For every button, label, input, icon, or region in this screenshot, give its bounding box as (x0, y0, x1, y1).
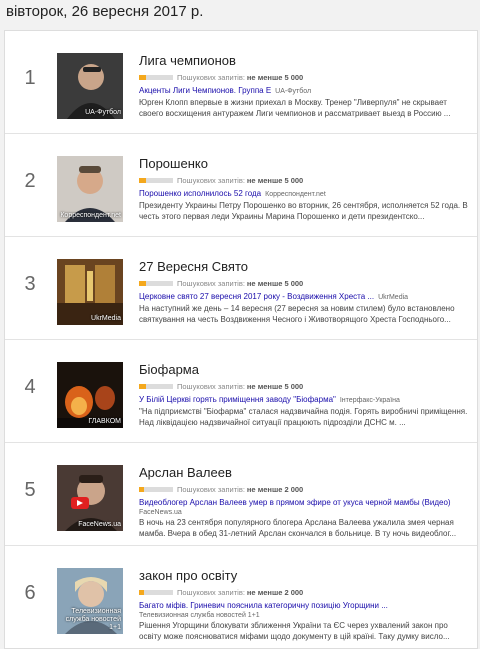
search-volume-label: Пошукових запитів: (177, 72, 245, 82)
search-volume-label: Пошукових запитів: (177, 484, 245, 494)
trend-item[interactable]: 2 Корреспондент.net Порошенко Пошукових … (5, 134, 477, 237)
trend-item[interactable]: 6 Телевизионная служба новостей 1+1 зако… (5, 546, 477, 648)
news-snippet: В ночь на 23 сентября популярного блогер… (139, 518, 457, 538)
search-volume: Пошукових запитів: не менше 5 000 (139, 381, 471, 391)
news-publisher: UkrMedia (378, 294, 409, 301)
trend-thumbnail[interactable]: Корреспондент.net (57, 156, 123, 222)
news-publisher: UA-Футбол (275, 88, 312, 95)
search-volume-label: Пошукових запитів: (177, 587, 245, 597)
search-volume-bar (139, 74, 173, 80)
news-snippet: Президенту Украины Петру Порошенко во вт… (139, 201, 468, 221)
search-volume-fill (139, 280, 146, 286)
trending-list: 1 UA-Футбол Лига чемпионов Пошукових зап… (4, 30, 478, 649)
trend-title[interactable]: Арслан Валеев (139, 465, 471, 481)
search-volume-bar (139, 486, 173, 492)
trend-rank: 5 (24, 479, 36, 501)
thumbnail-source: Корреспондент.net (60, 212, 121, 219)
thumbnail-source: UA-Футбол (85, 109, 121, 116)
trend-rank: 2 (24, 170, 36, 192)
news-publisher: Корреспондент.net (265, 191, 326, 198)
date-header: вівторок, 26 вересня 2017 р. (0, 0, 480, 34)
search-volume-value: не менше 2 000 (246, 587, 304, 597)
thumbnail-source: UkrMedia (91, 315, 121, 322)
trend-title[interactable]: Порошенко (139, 156, 471, 172)
search-volume: Пошукових запитів: не менше 2 000 (139, 484, 471, 494)
search-volume-value: не менше 2 000 (246, 484, 304, 494)
trend-rank: 1 (24, 67, 36, 89)
search-volume-bar (139, 589, 173, 595)
search-volume: Пошукових запитів: не менше 2 000 (139, 587, 471, 597)
search-volume-label: Пошукових запитів: (177, 278, 245, 288)
search-volume-fill (139, 177, 146, 183)
thumbnail-source: FaceNews.ua (78, 521, 121, 528)
trend-item[interactable]: 5 FaceNews.ua Арслан Валеев Пошукових за… (5, 443, 477, 546)
search-volume-bar (139, 280, 173, 286)
news-publisher: Інтерфакс-Україна (339, 397, 400, 404)
news-headline[interactable]: Акценты Лиги Чемпионов. Группа Е (139, 86, 271, 95)
trend-item[interactable]: 1 UA-Футбол Лига чемпионов Пошукових зап… (5, 31, 477, 134)
search-volume-fill (139, 383, 146, 389)
news-headline[interactable]: У Білій Церкві горять приміщення заводу … (139, 395, 336, 404)
search-volume-bar (139, 383, 173, 389)
trend-item[interactable]: 4 ГЛАВКОМ Біофарма Пошукових запитів: не… (5, 340, 477, 443)
trend-thumbnail[interactable]: UkrMedia (57, 259, 123, 325)
search-volume-fill (139, 74, 146, 80)
news-headline[interactable]: Порошенко исполнилось 52 года (139, 189, 261, 198)
trend-thumbnail[interactable]: Телевизионная служба новостей 1+1 (57, 568, 123, 634)
news-publisher: FaceNews.ua (139, 509, 182, 516)
search-volume-fill (139, 486, 144, 492)
search-volume-value: не менше 5 000 (246, 278, 304, 288)
trend-thumbnail[interactable]: UA-Футбол (57, 53, 123, 119)
trend-thumbnail[interactable]: ГЛАВКОМ (57, 362, 123, 428)
search-volume: Пошукових запитів: не менше 5 000 (139, 175, 471, 185)
search-volume-value: не менше 5 000 (246, 175, 304, 185)
news-snippet: На наступний же день – 14 вересня (27 ве… (139, 304, 455, 324)
trend-title[interactable]: Лига чемпионов (139, 53, 471, 69)
trend-item[interactable]: 3 UkrMedia 27 Вересня Свято Пошукових за… (5, 237, 477, 340)
search-volume-label: Пошукових запитів: (177, 175, 245, 185)
thumbnail-source: ГЛАВКОМ (88, 418, 121, 425)
news-headline[interactable]: Церковне свято 27 вересня 2017 року - Во… (139, 292, 374, 301)
news-headline[interactable]: Багато міфів. Гриневич пояснила категори… (139, 601, 388, 610)
search-volume: Пошукових запитів: не менше 5 000 (139, 278, 471, 288)
search-volume-label: Пошукових запитів: (177, 381, 245, 391)
search-volume: Пошукових запитів: не менше 5 000 (139, 72, 471, 82)
search-volume-fill (139, 589, 144, 595)
search-volume-value: не менше 5 000 (246, 72, 304, 82)
search-volume-bar (139, 177, 173, 183)
trend-rank: 3 (24, 273, 36, 295)
trend-thumbnail[interactable]: FaceNews.ua (57, 465, 123, 531)
trend-rank: 4 (24, 376, 36, 398)
trend-title[interactable]: Біофарма (139, 362, 471, 378)
thumbnail-source: Телевизионная служба новостей 1+1 (65, 608, 121, 631)
news-snippet: Рішення Угорщини блокувати зближення Укр… (139, 621, 450, 641)
news-headline[interactable]: Видеоблогер Арслан Валеев умер в прямом … (139, 498, 451, 507)
trend-title[interactable]: закон про освіту (139, 568, 471, 584)
trend-title[interactable]: 27 Вересня Свято (139, 259, 471, 275)
search-volume-value: не менше 5 000 (246, 381, 304, 391)
trend-rank: 6 (24, 582, 36, 604)
news-publisher: Телевизионная служба новостей 1+1 (139, 612, 260, 619)
news-snippet: Юрген Клопп впервые в жизни приехал в Мо… (139, 98, 451, 118)
news-snippet: "На підприємстві "Біофарма" сталася надз… (139, 407, 468, 427)
